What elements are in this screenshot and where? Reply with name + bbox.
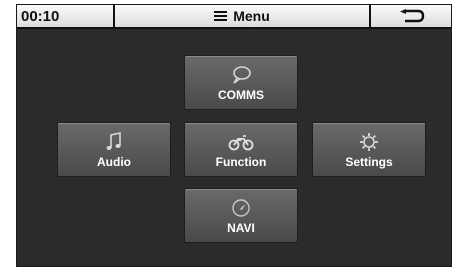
audio-button[interactable]: Audio — [57, 122, 171, 177]
function-button[interactable]: Function — [184, 122, 298, 177]
comms-button[interactable]: COMMS — [184, 55, 298, 110]
navi-button[interactable]: NAVI — [184, 188, 298, 243]
speech-bubble-icon — [233, 66, 251, 84]
function-label: Function — [215, 155, 267, 169]
menu-screen: 00:10 Menu COMMS Audio Function Settings… — [16, 4, 452, 267]
settings-label: Settings — [345, 155, 393, 169]
settings-button[interactable]: Settings — [312, 122, 426, 177]
music-note-icon — [106, 132, 121, 150]
top-bar: 00:10 Menu — [17, 5, 451, 29]
navi-label: NAVI — [227, 221, 255, 235]
motorcycle-icon — [228, 135, 254, 151]
clock: 00:10 — [21, 8, 60, 25]
back-button[interactable] — [371, 5, 451, 27]
compass-icon — [232, 199, 250, 217]
comms-label: COMMS — [218, 88, 264, 102]
menu-button[interactable]: Menu — [113, 5, 371, 27]
hamburger-icon — [214, 11, 228, 21]
back-arrow-icon — [400, 9, 425, 23]
audio-label: Audio — [97, 155, 131, 169]
gear-icon — [360, 133, 378, 151]
menu-label: Menu — [233, 8, 270, 24]
